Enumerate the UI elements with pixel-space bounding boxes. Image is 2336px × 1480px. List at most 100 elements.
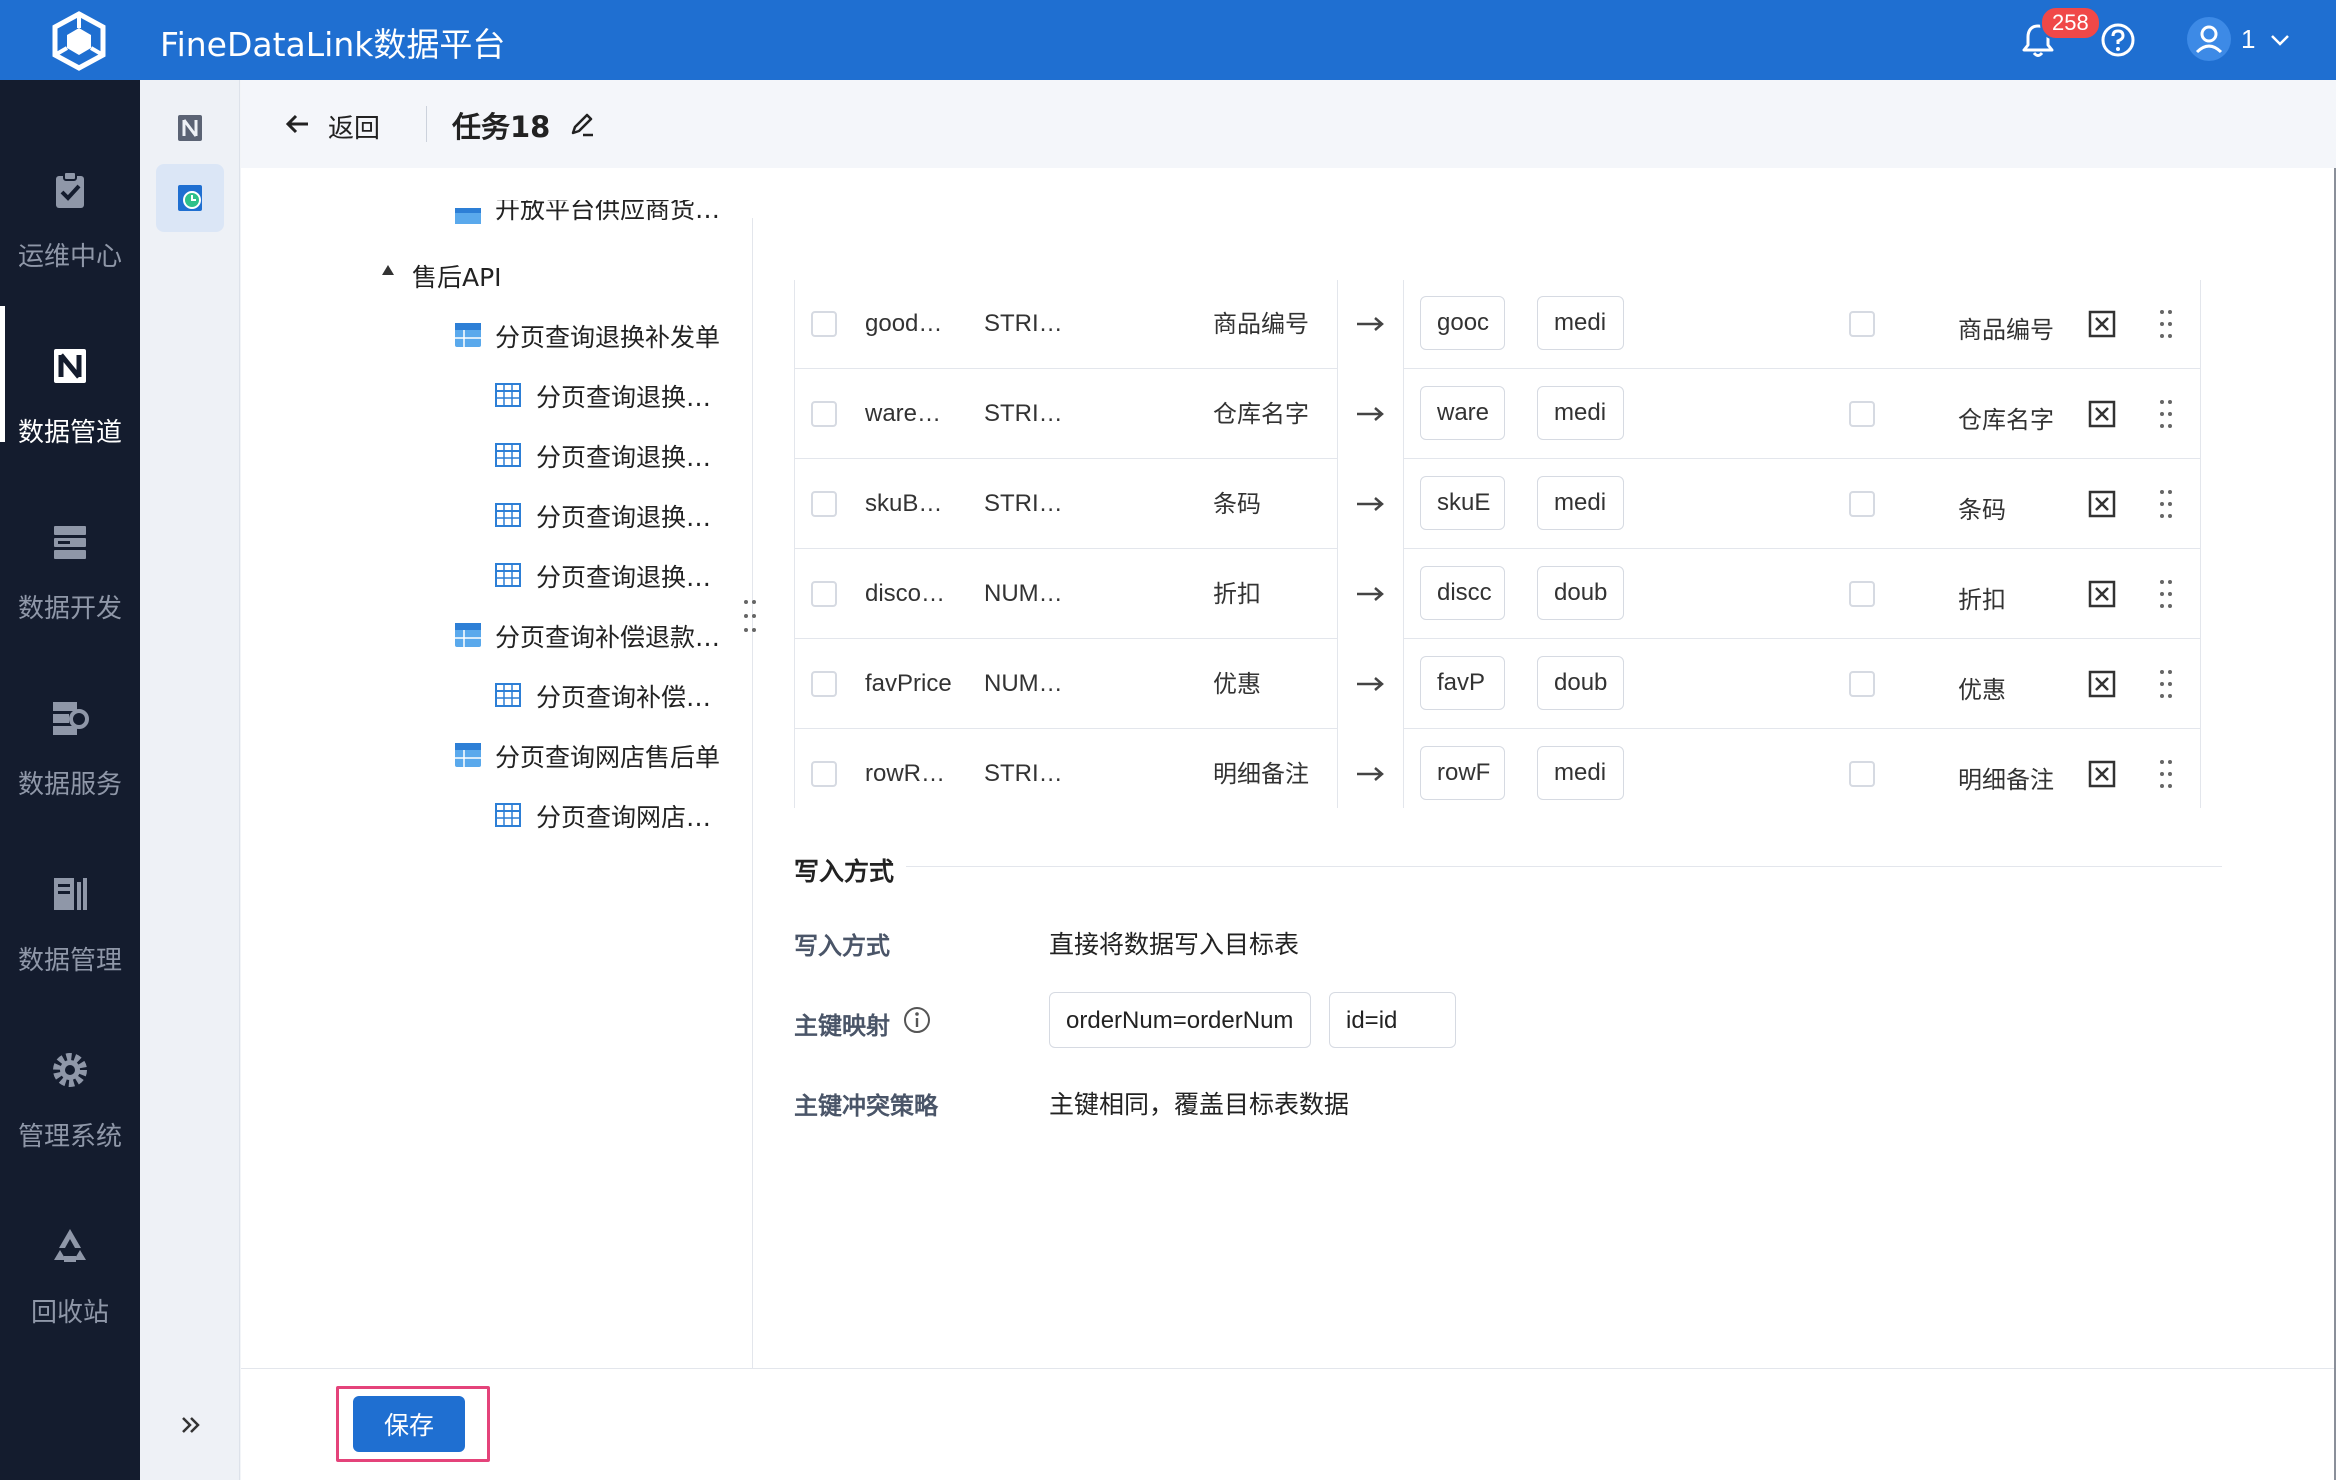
drag-handle-icon[interactable] bbox=[2159, 668, 2173, 700]
tree-item[interactable]: 开放平台供应商货… bbox=[495, 200, 720, 226]
pipeline-task-button[interactable] bbox=[156, 164, 224, 232]
source-field-type: STRI… bbox=[984, 760, 1063, 787]
caret-icon[interactable] bbox=[382, 265, 394, 275]
resize-handle-icon[interactable] bbox=[742, 598, 758, 634]
target-checkbox[interactable] bbox=[1849, 761, 1875, 787]
nav-item-data-service[interactable]: 数据服务 bbox=[0, 648, 140, 824]
source-field-comment: 仓库名字 bbox=[1213, 401, 1309, 428]
source-field-name: skuB… bbox=[865, 490, 943, 517]
target-field-type-input[interactable]: doub bbox=[1537, 566, 1624, 620]
clipboard-check-icon bbox=[56, 171, 84, 208]
task-header bbox=[241, 80, 2336, 168]
back-button[interactable]: 返回 bbox=[328, 108, 380, 145]
row-divider bbox=[1403, 728, 2200, 729]
target-checkbox[interactable] bbox=[1849, 581, 1875, 607]
arrow-right-icon bbox=[1357, 497, 1384, 511]
pipeline-list-button[interactable] bbox=[156, 94, 224, 162]
target-field-comment: 条码 bbox=[1958, 497, 2006, 524]
target-checkbox[interactable] bbox=[1849, 671, 1875, 697]
tree-item[interactable]: 分页查询网店… bbox=[536, 798, 711, 834]
source-checkbox[interactable] bbox=[811, 761, 837, 787]
target-field-name-input[interactable]: discc bbox=[1420, 566, 1505, 620]
pk-conflict-value: 主键相同，覆盖目标表数据 bbox=[1049, 1090, 1350, 1119]
expand-sidebar-icon[interactable] bbox=[176, 1410, 206, 1440]
source-checkbox[interactable] bbox=[811, 671, 837, 697]
user-avatar-icon[interactable] bbox=[2186, 16, 2232, 62]
nav-label: 数据服务 bbox=[17, 770, 122, 800]
tree-item[interactable]: 分页查询退换… bbox=[536, 558, 711, 594]
tree-item[interactable]: 分页查询退换… bbox=[536, 498, 711, 534]
target-field-type-input[interactable]: medi bbox=[1537, 296, 1624, 350]
source-field-comment: 折扣 bbox=[1213, 581, 1261, 608]
source-checkbox[interactable] bbox=[811, 311, 837, 337]
target-field-type-input[interactable]: medi bbox=[1537, 386, 1624, 440]
edit-icon[interactable] bbox=[566, 108, 598, 140]
target-field-name-input[interactable]: gooc bbox=[1420, 296, 1505, 350]
target-field-comment: 仓库名字 bbox=[1958, 407, 2054, 434]
notification-badge: 258 bbox=[2040, 6, 2101, 40]
remove-icon[interactable] bbox=[2088, 490, 2116, 518]
drag-handle-icon[interactable] bbox=[2159, 758, 2173, 790]
target-field-name-input[interactable]: ware bbox=[1420, 386, 1505, 440]
source-field-type: NUM… bbox=[984, 670, 1063, 697]
drag-handle-icon[interactable] bbox=[2159, 578, 2173, 610]
source-checkbox[interactable] bbox=[811, 491, 837, 517]
remove-icon[interactable] bbox=[2088, 760, 2116, 788]
nav-item-data-pipeline[interactable]: 数据管道 bbox=[0, 296, 140, 472]
pk-mapping-tag[interactable]: orderNum=orderNum bbox=[1049, 992, 1311, 1048]
target-field-name-input[interactable]: favP bbox=[1420, 656, 1505, 710]
save-button[interactable]: 保存 bbox=[353, 1396, 465, 1452]
server-stack-icon bbox=[54, 526, 86, 559]
row-divider bbox=[1403, 548, 2200, 549]
drag-handle-icon[interactable] bbox=[2159, 398, 2173, 430]
tree-item[interactable]: 分页查询退换… bbox=[536, 378, 711, 414]
nav-label: 管理系统 bbox=[17, 1122, 122, 1152]
info-icon[interactable] bbox=[902, 1005, 932, 1035]
remove-icon[interactable] bbox=[2088, 310, 2116, 338]
source-checkbox[interactable] bbox=[811, 401, 837, 427]
drag-handle-icon[interactable] bbox=[2159, 308, 2173, 340]
tree-item[interactable]: 售后API bbox=[412, 258, 502, 294]
tree-item[interactable]: 分页查询补偿… bbox=[536, 678, 711, 714]
nav-item-admin[interactable]: 管理系统 bbox=[0, 1000, 140, 1176]
table-border bbox=[2200, 280, 2201, 808]
grid-icon bbox=[495, 503, 521, 527]
target-field-type-input[interactable]: doub bbox=[1537, 656, 1624, 710]
nav-item-data-manage[interactable]: 数据管理 bbox=[0, 824, 140, 1000]
drag-handle-icon[interactable] bbox=[2159, 488, 2173, 520]
back-arrow-icon[interactable] bbox=[282, 108, 314, 140]
nav-label: 回收站 bbox=[30, 1298, 109, 1328]
recycle-icon bbox=[54, 1229, 86, 1262]
target-checkbox[interactable] bbox=[1849, 311, 1875, 337]
target-field-type-input[interactable]: medi bbox=[1537, 746, 1624, 800]
help-icon[interactable] bbox=[2098, 20, 2138, 60]
section-title: 写入方式 bbox=[794, 857, 895, 886]
remove-icon[interactable] bbox=[2088, 400, 2116, 428]
target-field-name-input[interactable]: rowF bbox=[1420, 746, 1505, 800]
arrow-right-icon bbox=[1357, 407, 1384, 421]
target-field-type-input[interactable]: medi bbox=[1537, 476, 1624, 530]
nav-item-ops-center[interactable]: 运维中心 bbox=[0, 120, 140, 296]
tree-item[interactable]: 分页查询网店售后单 bbox=[495, 738, 720, 774]
table-blue-icon bbox=[455, 323, 481, 347]
tree-item[interactable]: 分页查询退换… bbox=[536, 438, 711, 474]
remove-icon[interactable] bbox=[2088, 670, 2116, 698]
target-field-comment: 明细备注 bbox=[1958, 767, 2054, 794]
source-checkbox[interactable] bbox=[811, 581, 837, 607]
chevron-down-icon[interactable] bbox=[2268, 28, 2292, 52]
source-field-name: disco… bbox=[865, 580, 946, 607]
target-checkbox[interactable] bbox=[1849, 491, 1875, 517]
pk-mapping-label: 主键映射 bbox=[794, 1012, 890, 1040]
nav-item-recycle-bin[interactable]: 回收站 bbox=[0, 1176, 140, 1352]
tree-item[interactable]: 分页查询退换补发单 bbox=[495, 318, 720, 354]
row-divider bbox=[1403, 368, 2200, 369]
user-name[interactable]: 1 bbox=[2241, 24, 2255, 55]
target-field-name-input[interactable]: skuE bbox=[1420, 476, 1505, 530]
tree-item[interactable]: 分页查询补偿退款… bbox=[495, 618, 720, 654]
remove-icon[interactable] bbox=[2088, 580, 2116, 608]
pk-mapping-tag[interactable]: id=id bbox=[1329, 992, 1456, 1048]
target-checkbox[interactable] bbox=[1849, 401, 1875, 427]
source-field-type: NUM… bbox=[984, 580, 1063, 607]
nav-item-data-dev[interactable]: 数据开发 bbox=[0, 472, 140, 648]
write-mode-label: 写入方式 bbox=[794, 932, 890, 960]
